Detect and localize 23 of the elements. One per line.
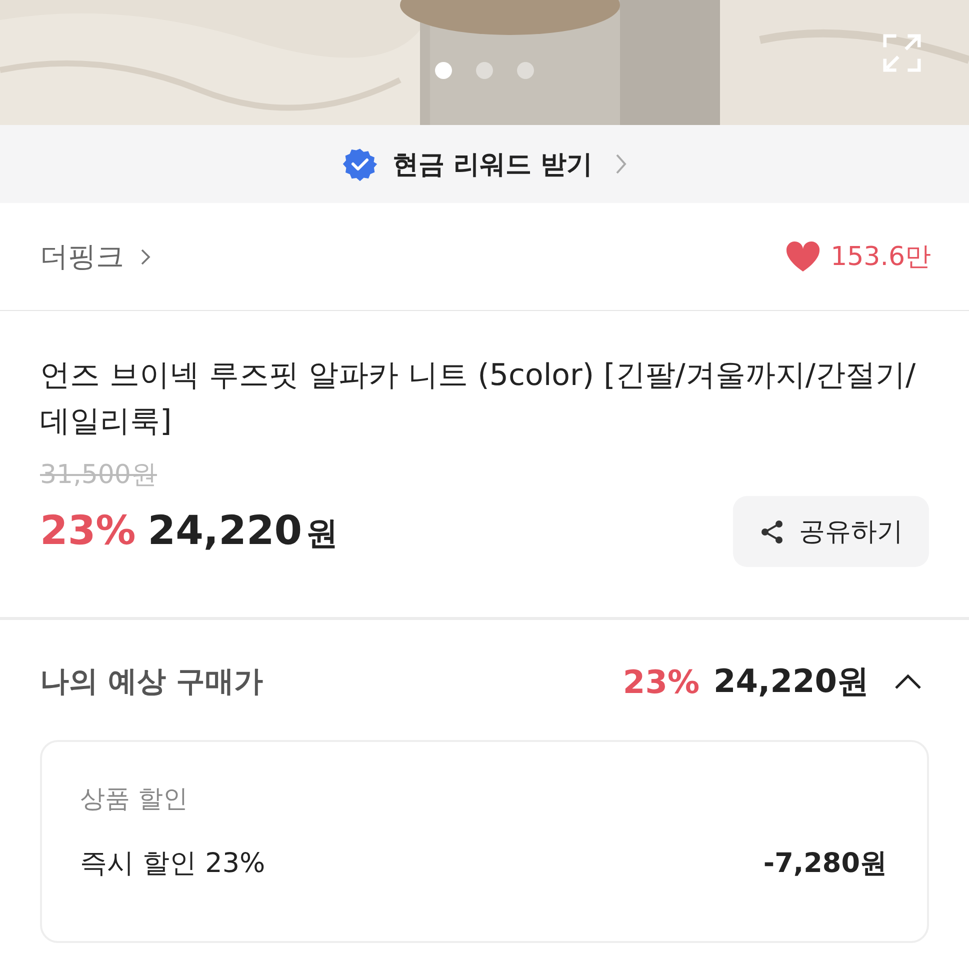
- estimate-label: 나의 예상 구매가: [40, 663, 264, 700]
- heart-icon[interactable]: [784, 240, 821, 273]
- carousel-dot[interactable]: [517, 62, 534, 79]
- reward-label: 현금 리워드 받기: [392, 148, 593, 182]
- share-icon: [759, 518, 785, 544]
- sale-price: 24,220: [148, 508, 302, 554]
- currency-label: 원: [306, 512, 338, 554]
- estimate-price: 24,220원: [714, 661, 869, 702]
- brand-link[interactable]: 더핑크: [40, 238, 152, 276]
- verified-badge-icon: [342, 146, 378, 182]
- like-count: 153.6만: [830, 241, 931, 274]
- section-title: 상품 할인: [80, 783, 189, 815]
- expand-icon[interactable]: [883, 34, 921, 72]
- estimate-discount: 23%: [622, 663, 700, 701]
- original-price: 31,500원: [40, 459, 158, 492]
- carousel-dot[interactable]: [476, 62, 493, 79]
- product-title: 언즈 브이넥 루즈핏 알파카 니트 (5color) [긴팔/겨울까지/간절기/데일리룩]: [40, 357, 917, 441]
- reward-banner[interactable]: 현금 리워드 받기: [0, 125, 969, 203]
- share-button[interactable]: 공유하기: [733, 496, 929, 567]
- discount-rate: 23%: [40, 508, 136, 554]
- discount-label: 즉시 할인 23%: [80, 847, 266, 881]
- chevron-right-icon: [614, 153, 627, 175]
- discount-amount: -7,280원: [763, 847, 887, 881]
